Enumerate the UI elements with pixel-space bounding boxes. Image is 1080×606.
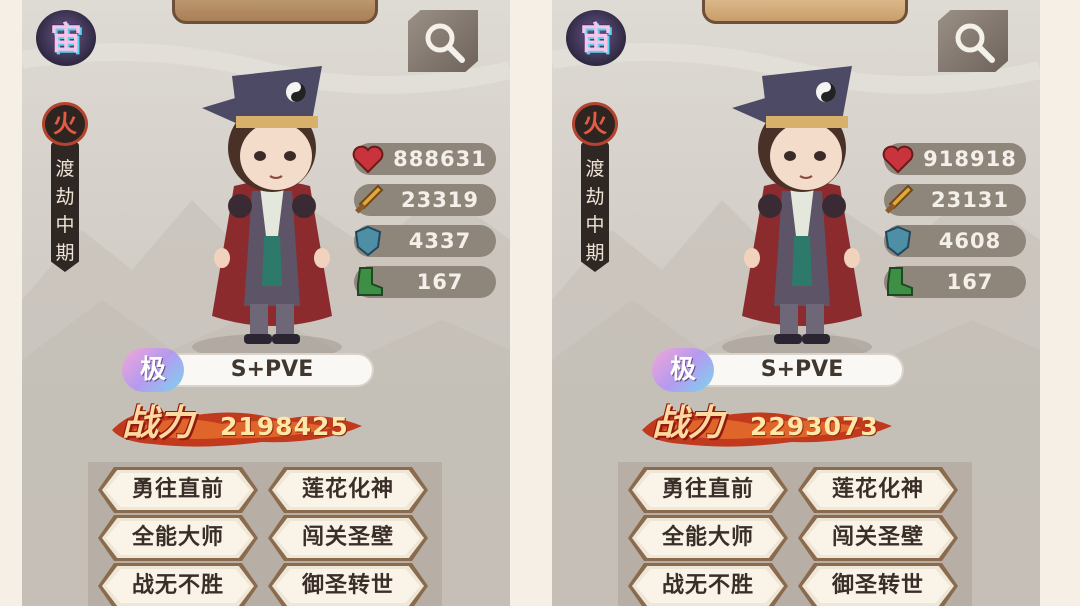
skill-label: 勇往直前: [661, 477, 754, 502]
skill-panel: 勇往直前 莲花化神 全能大师 闯关圣壁 战无不胜 御圣转世: [88, 462, 442, 606]
hp-stat: 888631: [352, 143, 496, 175]
defense-value: 4608: [938, 229, 1002, 253]
defense-stat: 4337: [354, 225, 496, 257]
boot-icon: [357, 267, 383, 296]
realm-indicator: 火 渡 劫 中 期: [40, 102, 90, 272]
attack-stat: 23319: [354, 184, 496, 216]
realm-indicator: 火 渡 劫 中 期: [570, 102, 620, 272]
skill-tag[interactable]: 闯关圣壁: [798, 515, 958, 561]
element-badge: 火: [42, 102, 88, 146]
skill-tag[interactable]: 战无不胜: [628, 563, 788, 606]
skill-label: 御圣转世: [831, 573, 924, 598]
power-value: 2293073: [750, 412, 879, 441]
shield-icon: [354, 225, 382, 257]
skill-label: 御圣转世: [301, 573, 394, 598]
combat-power: 战力 2293073: [642, 392, 902, 456]
character-card-left: 宙 火 渡 劫 中 期 888631 23319 4337 167 极 S+PV…: [22, 0, 510, 606]
sword-icon: [885, 184, 914, 214]
boot-icon: [887, 267, 913, 296]
realm-char: 渡: [585, 158, 605, 180]
title-banner: [702, 0, 908, 24]
realm-char: 渡: [55, 158, 75, 180]
search-button[interactable]: [938, 10, 1008, 72]
realm-char: 中: [585, 214, 605, 236]
grade-icon: 极: [122, 348, 184, 392]
realm-char: 中: [55, 214, 75, 236]
speed-value: 167: [416, 270, 464, 294]
character-sprite: [202, 66, 332, 344]
skill-tag[interactable]: 战无不胜: [98, 563, 258, 606]
skill-label: 全能大师: [131, 525, 224, 550]
attack-stat: 23131: [884, 184, 1026, 216]
character-sprite: [732, 66, 862, 344]
search-button[interactable]: [408, 10, 478, 72]
attack-value: 23131: [930, 188, 1010, 212]
grade-badge: 极 S+PVE: [122, 348, 376, 392]
grade-icon: 极: [652, 348, 714, 392]
rank-glyph: 宙: [49, 19, 82, 57]
realm-char: 劫: [55, 186, 75, 208]
realm-char: 期: [55, 242, 75, 264]
defense-value: 4337: [408, 229, 472, 253]
magnifier-icon: [425, 23, 465, 63]
hp-value: 888631: [393, 147, 487, 171]
speed-stat: 167: [884, 266, 1026, 298]
skill-tag[interactable]: 闯关圣壁: [268, 515, 428, 561]
skill-label: 战无不胜: [661, 573, 754, 598]
skill-tag[interactable]: 全能大师: [98, 515, 258, 561]
attack-value: 23319: [400, 188, 480, 212]
skill-tag[interactable]: 全能大师: [628, 515, 788, 561]
skill-tag[interactable]: 御圣转世: [268, 563, 428, 606]
skill-label: 莲花化神: [831, 477, 924, 502]
skill-tag[interactable]: 御圣转世: [798, 563, 958, 606]
heart-icon: [352, 145, 384, 174]
combat-power: 战力 2198425: [112, 392, 372, 456]
skill-label: 勇往直前: [131, 477, 224, 502]
realm-char: 劫: [585, 186, 605, 208]
power-label: 战力: [652, 403, 725, 444]
heart-icon: [882, 145, 914, 174]
magnifier-icon: [955, 23, 995, 63]
skill-label: 闯关圣壁: [301, 525, 394, 550]
skill-tag[interactable]: 莲花化神: [268, 467, 428, 513]
rank-badge: 宙: [566, 10, 626, 66]
speed-stat: 167: [354, 266, 496, 298]
skill-label: 莲花化神: [301, 477, 394, 502]
character-card-right: 宙 火 渡 劫 中 期 918918 23131 4608 167 极 S+PV…: [552, 0, 1040, 606]
title-banner: [172, 0, 378, 24]
power-value: 2198425: [220, 412, 349, 441]
realm-char: 期: [585, 242, 605, 264]
hp-stat: 918918: [882, 143, 1026, 175]
element-badge: 火: [572, 102, 618, 146]
skill-label: 闯关圣壁: [831, 525, 924, 550]
grade-badge: 极 S+PVE: [652, 348, 906, 392]
grade-text: S+PVE: [760, 357, 844, 382]
grade-text: S+PVE: [230, 357, 314, 382]
hp-value: 918918: [923, 147, 1017, 171]
sword-icon: [355, 184, 384, 214]
rank-badge: 宙: [36, 10, 96, 66]
defense-stat: 4608: [884, 225, 1026, 257]
skill-panel: 勇往直前 莲花化神 全能大师 闯关圣壁 战无不胜 御圣转世: [618, 462, 972, 606]
rank-glyph: 宙: [579, 19, 612, 57]
skill-tag[interactable]: 勇往直前: [628, 467, 788, 513]
power-label: 战力: [122, 403, 195, 444]
speed-value: 167: [946, 270, 994, 294]
skill-tag[interactable]: 莲花化神: [798, 467, 958, 513]
shield-icon: [884, 225, 912, 257]
skill-label: 战无不胜: [131, 573, 224, 598]
skill-label: 全能大师: [661, 525, 754, 550]
skill-tag[interactable]: 勇往直前: [98, 467, 258, 513]
